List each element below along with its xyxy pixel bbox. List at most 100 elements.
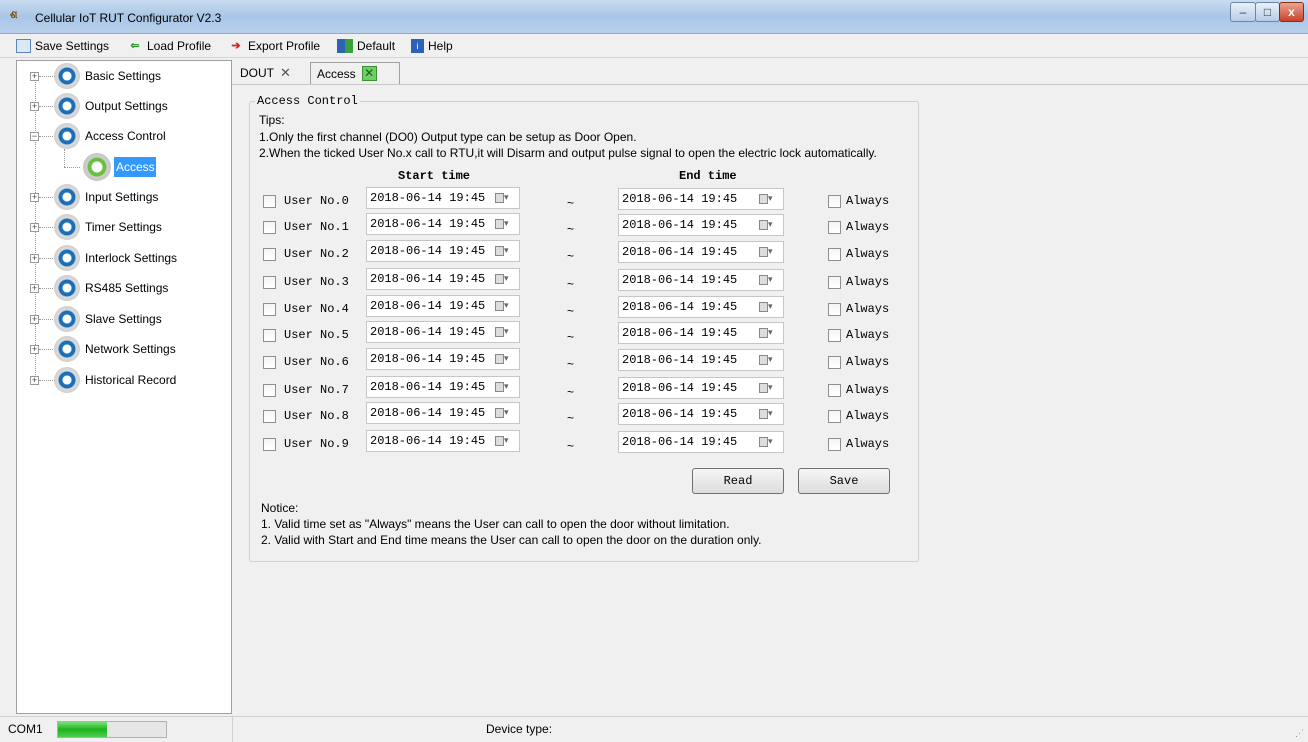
user-0-start-time-picker[interactable]: 2018-06-14 19:45 ▾ [366, 187, 520, 209]
calendar-dropdown-icon[interactable]: ▾ [495, 407, 513, 419]
user-4-checkbox[interactable] [263, 303, 276, 316]
user-9-checkbox[interactable] [263, 438, 276, 451]
tab-dout[interactable]: DOUT ✕ [236, 62, 302, 84]
tree-label: Output Settings [85, 99, 168, 113]
calendar-dropdown-icon[interactable]: ▾ [759, 436, 777, 448]
user-8-start-time-picker[interactable]: 2018-06-14 19:45 ▾ [366, 402, 520, 424]
calendar-dropdown-icon[interactable]: ▾ [759, 193, 777, 205]
expand-icon[interactable]: + [30, 253, 39, 263]
calendar-dropdown-icon[interactable]: ▾ [495, 218, 513, 230]
user-5-always-checkbox[interactable] [828, 329, 841, 342]
user-2-end-time-picker[interactable]: 2018-06-14 19:45 ▾ [618, 241, 784, 263]
expand-icon[interactable]: + [30, 314, 39, 324]
tree-item-basic-settings[interactable]: + Basic Settings [17, 63, 231, 89]
user-7-end-time-picker[interactable]: 2018-06-14 19:45 ▾ [618, 377, 784, 399]
user-6-start-time-picker[interactable]: 2018-06-14 19:45 ▾ [366, 348, 520, 370]
user-4-always-checkbox[interactable] [828, 303, 841, 316]
calendar-dropdown-icon[interactable]: ▾ [495, 245, 513, 257]
user-5-checkbox[interactable] [263, 329, 276, 342]
calendar-dropdown-icon[interactable]: ▾ [495, 273, 513, 285]
resize-grip-icon[interactable]: ⋰ [1295, 728, 1304, 739]
collapse-icon[interactable]: − [30, 131, 39, 141]
menu-save-settings[interactable]: Save Settings [16, 37, 109, 55]
calendar-dropdown-icon[interactable]: ▾ [759, 354, 777, 366]
calendar-dropdown-icon[interactable]: ▾ [759, 246, 777, 258]
menu-default[interactable]: Default [337, 37, 395, 55]
calendar-dropdown-icon[interactable]: ▾ [759, 408, 777, 420]
tree-item-rs485-settings[interactable]: + RS485 Settings [17, 275, 231, 301]
save-button[interactable]: Save [798, 468, 890, 494]
user-5-start-time-picker[interactable]: 2018-06-14 19:45 ▾ [366, 321, 520, 343]
end-time-value: 2018-06-14 19:45 [622, 407, 738, 421]
user-3-start-time-picker[interactable]: 2018-06-14 19:45 ▾ [366, 268, 520, 290]
user-0-always-checkbox[interactable] [828, 195, 841, 208]
expand-icon[interactable]: + [30, 192, 39, 202]
calendar-dropdown-icon[interactable]: ▾ [495, 192, 513, 204]
calendar-dropdown-icon[interactable]: ▾ [495, 326, 513, 338]
user-9-end-time-picker[interactable]: 2018-06-14 19:45 ▾ [618, 431, 784, 453]
user-4-end-time-picker[interactable]: 2018-06-14 19:45 ▾ [618, 296, 784, 318]
expand-icon[interactable]: + [30, 283, 39, 293]
calendar-dropdown-icon[interactable]: ▾ [495, 353, 513, 365]
tree-item-output-settings[interactable]: + Output Settings [17, 93, 231, 119]
calendar-dropdown-icon[interactable]: ▾ [495, 300, 513, 312]
calendar-dropdown-icon[interactable]: ▾ [759, 274, 777, 286]
expand-icon[interactable]: + [30, 222, 39, 232]
user-0-checkbox[interactable] [263, 195, 276, 208]
minimize-button[interactable]: – [1230, 2, 1256, 22]
user-2-checkbox[interactable] [263, 248, 276, 261]
menu-help[interactable]: i Help [411, 37, 453, 55]
expand-icon[interactable]: + [30, 71, 39, 81]
expand-icon[interactable]: + [30, 101, 39, 111]
calendar-dropdown-icon[interactable]: ▾ [759, 301, 777, 313]
user-2-always-checkbox[interactable] [828, 248, 841, 261]
tree-item-timer-settings[interactable]: + Timer Settings [17, 214, 231, 240]
user-7-always-checkbox[interactable] [828, 384, 841, 397]
expand-icon[interactable]: + [30, 344, 39, 354]
menu-export-profile[interactable]: ➔ Export Profile [228, 37, 320, 55]
expand-icon[interactable]: + [30, 375, 39, 385]
user-6-end-time-picker[interactable]: 2018-06-14 19:45 ▾ [618, 349, 784, 371]
user-2-start-time-picker[interactable]: 2018-06-14 19:45 ▾ [366, 240, 520, 262]
maximize-button[interactable]: □ [1255, 2, 1280, 22]
user-1-start-time-picker[interactable]: 2018-06-14 19:45 ▾ [366, 213, 520, 235]
user-3-checkbox[interactable] [263, 276, 276, 289]
start-time-value: 2018-06-14 19:45 [370, 380, 486, 394]
user-7-checkbox[interactable] [263, 384, 276, 397]
user-4-start-time-picker[interactable]: 2018-06-14 19:45 ▾ [366, 295, 520, 317]
calendar-dropdown-icon[interactable]: ▾ [495, 435, 513, 447]
user-6-always-checkbox[interactable] [828, 356, 841, 369]
user-0-end-time-picker[interactable]: 2018-06-14 19:45 ▾ [618, 188, 784, 210]
tree-item-historical-record[interactable]: + Historical Record [17, 367, 231, 393]
close-icon[interactable]: ✕ [280, 63, 291, 83]
user-8-checkbox[interactable] [263, 410, 276, 423]
user-3-always-checkbox[interactable] [828, 276, 841, 289]
calendar-dropdown-icon[interactable]: ▾ [495, 381, 513, 393]
user-6-checkbox[interactable] [263, 356, 276, 369]
user-1-end-time-picker[interactable]: 2018-06-14 19:45 ▾ [618, 214, 784, 236]
user-1-always-checkbox[interactable] [828, 221, 841, 234]
user-1-checkbox[interactable] [263, 221, 276, 234]
user-8-always-checkbox[interactable] [828, 410, 841, 423]
user-9-always-checkbox[interactable] [828, 438, 841, 451]
tree-item-interlock-settings[interactable]: + Interlock Settings [17, 245, 231, 271]
tree-item-input-settings[interactable]: + Input Settings [17, 184, 231, 210]
user-9-start-time-picker[interactable]: 2018-06-14 19:45 ▾ [366, 430, 520, 452]
user-5-end-time-picker[interactable]: 2018-06-14 19:45 ▾ [618, 322, 784, 344]
close-button[interactable]: x [1279, 2, 1304, 22]
calendar-dropdown-icon[interactable]: ▾ [759, 382, 777, 394]
tree-item-slave-settings[interactable]: + Slave Settings [17, 306, 231, 332]
tree-item-network-settings[interactable]: + Network Settings [17, 336, 231, 362]
menu-load-profile[interactable]: ⇐ Load Profile [127, 37, 211, 55]
range-separator: ~ [567, 330, 575, 344]
tab-access[interactable]: Access ✕ [310, 62, 400, 84]
tree-item-access-control[interactable]: − Access Control [17, 123, 231, 149]
close-icon[interactable]: ✕ [361, 66, 377, 81]
calendar-dropdown-icon[interactable]: ▾ [759, 327, 777, 339]
calendar-dropdown-icon[interactable]: ▾ [759, 219, 777, 231]
user-8-end-time-picker[interactable]: 2018-06-14 19:45 ▾ [618, 403, 784, 425]
tree-item-access[interactable]: Access [114, 157, 156, 177]
read-button[interactable]: Read [692, 468, 784, 494]
user-3-end-time-picker[interactable]: 2018-06-14 19:45 ▾ [618, 269, 784, 291]
user-7-start-time-picker[interactable]: 2018-06-14 19:45 ▾ [366, 376, 520, 398]
